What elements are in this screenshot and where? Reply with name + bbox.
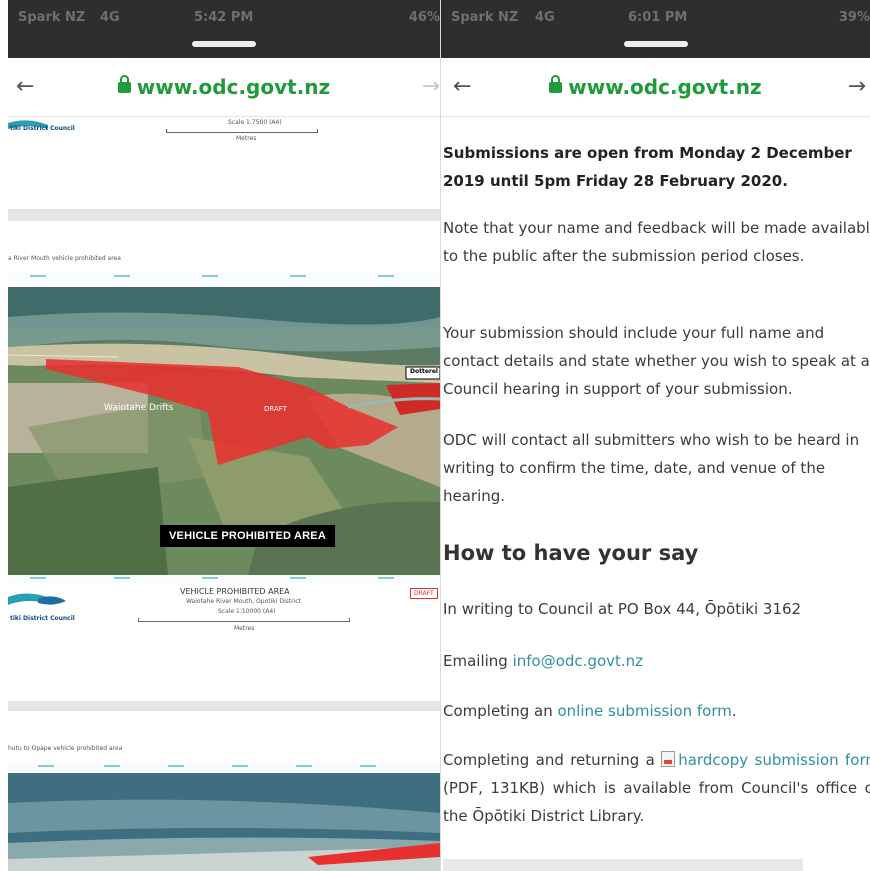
map-ruler-top xyxy=(8,273,440,281)
clock-label: 5:42 PM xyxy=(194,10,254,25)
address-bar[interactable]: ← www.odc.govt.nz → xyxy=(441,58,870,117)
online-form-link[interactable]: online submission form xyxy=(558,702,732,720)
place-label: Waiotahe Drifts xyxy=(104,403,174,413)
online-option: Completing an online submission form. xyxy=(443,697,870,725)
clock-label: 6:01 PM xyxy=(628,10,688,25)
forward-arrow-icon[interactable]: → xyxy=(848,74,866,99)
page-gap xyxy=(8,701,440,711)
map-sheet-footer: tiki District Council Scale 1:7500 (A4) … xyxy=(8,117,440,209)
lock-icon xyxy=(549,75,563,93)
carrier-label: Spark NZ xyxy=(451,10,519,25)
unit-text: Metres xyxy=(236,135,257,142)
url-display[interactable]: www.odc.govt.nz xyxy=(441,75,870,99)
contact-notice: ODC will contact all submitters who wish… xyxy=(443,431,860,505)
carrier-label: Spark NZ xyxy=(18,10,86,25)
council-logo-icon xyxy=(8,593,66,605)
council-label: tiki District Council xyxy=(10,615,75,622)
email-prefix: Emailing xyxy=(443,652,513,670)
online-suffix: . xyxy=(731,702,737,720)
left-phone-screen: Spark NZ 4G 5:42 PM 46% ← www.odc.govt.n… xyxy=(8,0,440,871)
email-option: Emailing info@odc.govt.nz xyxy=(443,647,870,675)
article-body: Submissions are open from Monday 2 Decem… xyxy=(443,117,870,871)
url-text: www.odc.govt.nz xyxy=(568,75,762,99)
hardcopy-form-link[interactable]: hardcopy submission form xyxy=(678,751,870,769)
email-link[interactable]: info@odc.govt.nz xyxy=(513,652,643,670)
hardcopy-prefix: Completing and returning a xyxy=(443,751,662,769)
drag-handle[interactable] xyxy=(192,41,256,47)
url-display[interactable]: www.odc.govt.nz xyxy=(8,75,440,99)
status-bar: Spark NZ 4G 6:01 PM 39% xyxy=(441,0,870,58)
url-text: www.odc.govt.nz xyxy=(136,75,331,99)
aerial-map[interactable] xyxy=(8,773,440,871)
public-notice: Note that your name and feedback will be… xyxy=(443,219,870,265)
forward-arrow-icon[interactable]: → xyxy=(422,74,440,99)
drag-handle[interactable] xyxy=(623,41,688,47)
writing-option: In writing to Council at PO Box 44, Ōpōt… xyxy=(443,600,802,618)
scale-text: Scale 1:7500 (A4) xyxy=(228,119,282,126)
map-sheet-waiotahe: a River Mouth vehicle prohibited area Wa… xyxy=(8,221,440,701)
map-graphic xyxy=(8,773,440,871)
draft-tag: DRAFT xyxy=(410,588,438,599)
map-caption: hutu to Opape vehicle prohibited area xyxy=(8,745,123,752)
map-ruler-top xyxy=(8,763,440,771)
network-label: 4G xyxy=(100,10,120,25)
area-callout: Dotterel xyxy=(410,368,438,375)
network-label: 4G xyxy=(535,10,555,25)
hardcopy-suffix: (PDF, 131KB) which is available from Cou… xyxy=(443,779,870,825)
online-prefix: Completing an xyxy=(443,702,558,720)
hardcopy-option: Completing and returning a hardcopy subm… xyxy=(443,746,870,830)
pdf-icon xyxy=(661,751,676,767)
map-caption: a River Mouth vehicle prohibited area xyxy=(8,255,121,262)
page-gap xyxy=(8,209,440,221)
map-sheet-opape: hutu to Opape vehicle prohibited area xyxy=(8,711,440,871)
aerial-map[interactable]: Waiotahe Drifts DRAFT Dotterel VEHICLE P… xyxy=(8,287,440,575)
submission-dates: Submissions are open from Monday 2 Decem… xyxy=(443,144,852,190)
battery-label: 46% xyxy=(408,10,440,25)
scale-text: Scale 1:10000 (A4) xyxy=(218,608,276,615)
map-subtitle: Waiotahe River Mouth, Opotiki District xyxy=(186,598,301,605)
scale-bar xyxy=(138,618,350,622)
council-label: tiki District Council xyxy=(10,125,75,132)
next-heading-cut-off xyxy=(443,859,803,871)
address-bar[interactable]: ← www.odc.govt.nz → xyxy=(8,58,440,117)
draft-area-label: DRAFT xyxy=(264,405,287,413)
right-phone-screen: Spark NZ 4G 6:01 PM 39% ← www.odc.govt.n… xyxy=(441,0,870,871)
unit-text: Metres xyxy=(234,625,255,632)
status-bar: Spark NZ 4G 5:42 PM 46% xyxy=(8,0,440,58)
map-ruler-bottom xyxy=(8,575,440,583)
battery-label: 39% xyxy=(838,10,870,25)
section-heading: How to have your say xyxy=(443,541,699,565)
lock-icon xyxy=(117,75,131,93)
prohibited-area-label: VEHICLE PROHIBITED AREA xyxy=(160,525,335,547)
submission-details: Your submission should include your full… xyxy=(443,324,870,398)
map-title: VEHICLE PROHIBITED AREA xyxy=(180,587,290,596)
scale-bar xyxy=(166,129,318,133)
